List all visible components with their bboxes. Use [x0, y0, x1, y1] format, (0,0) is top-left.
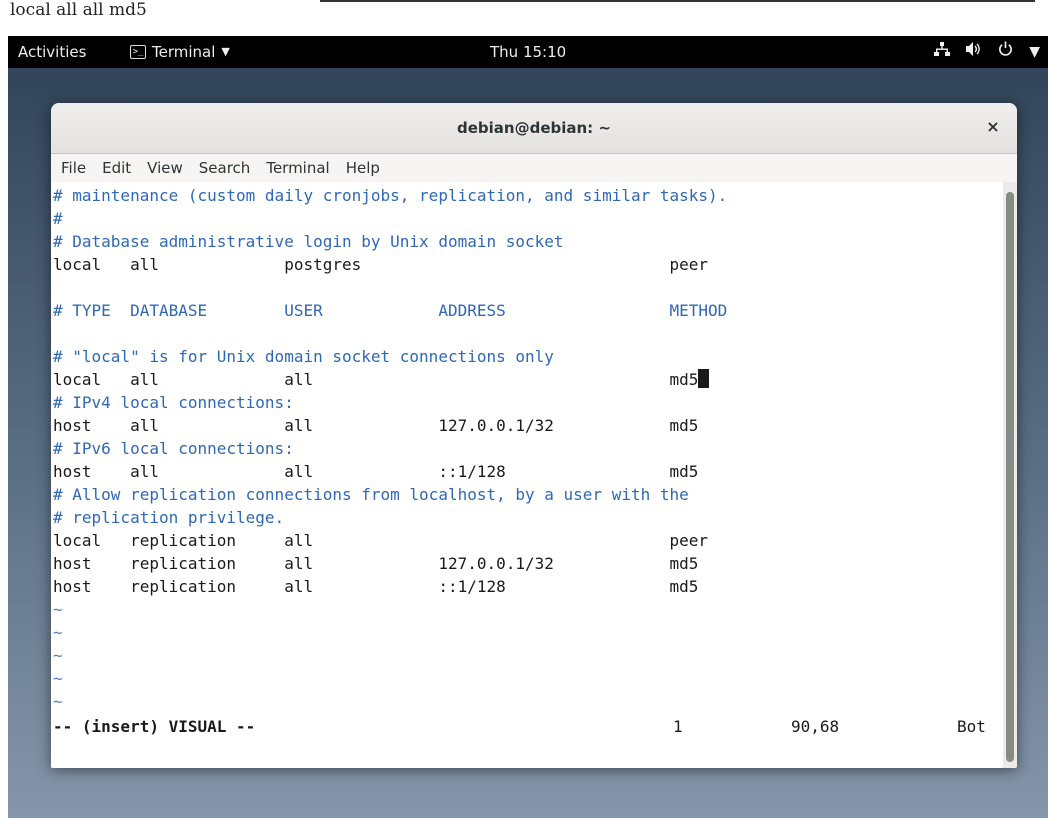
- chevron-down-icon: ▼: [221, 45, 230, 58]
- terminal-text-area[interactable]: # maintenance (custom daily cronjobs, re…: [51, 182, 1003, 768]
- top-bar: Activities >_ Terminal ▼ Thu 15:10 ▼: [8, 36, 1048, 68]
- volume-icon[interactable]: [966, 36, 982, 68]
- menu-help[interactable]: Help: [340, 159, 386, 177]
- terminal-line: host replication all 127.0.0.1/32 md5: [53, 554, 699, 573]
- terminal-line: host replication all ::1/128 md5: [53, 577, 699, 596]
- terminal-line: ~: [53, 669, 63, 688]
- menu-bar: File Edit View Search Terminal Help: [51, 154, 1017, 182]
- terminal-line: local replication all peer: [53, 531, 709, 550]
- menu-view[interactable]: View: [141, 159, 189, 177]
- vim-scroll-position: Bot: [957, 717, 986, 736]
- terminal-line-cursor: local all all md5: [53, 368, 710, 391]
- document-caption: local all all md5: [10, 0, 147, 20]
- terminal-line: ~: [53, 646, 63, 665]
- terminal-line: # TYPE DATABASE USER ADDRESS METHOD: [53, 301, 728, 320]
- menu-terminal[interactable]: Terminal: [260, 159, 335, 177]
- menu-search[interactable]: Search: [193, 159, 257, 177]
- text-cursor: [698, 369, 710, 388]
- terminal-line: host all all 127.0.0.1/32 md5: [53, 416, 699, 435]
- scrollbar-thumb[interactable]: [1006, 192, 1014, 762]
- terminal-line: local all postgres peer: [53, 255, 709, 274]
- terminal-line: # Allow replication connections from loc…: [53, 485, 689, 504]
- scrollbar[interactable]: [1003, 182, 1017, 768]
- system-tray[interactable]: ▼: [934, 36, 1040, 68]
- activities-button[interactable]: Activities: [18, 36, 86, 68]
- desktop: Activities >_ Terminal ▼ Thu 15:10 ▼ deb…: [8, 36, 1048, 818]
- terminal-line: ~: [53, 600, 63, 619]
- clock[interactable]: Thu 15:10: [490, 36, 566, 68]
- terminal-line: # Database administrative login by Unix …: [53, 232, 564, 251]
- vim-cursor-position: 90,68: [791, 717, 840, 736]
- app-menu-button[interactable]: >_ Terminal ▼: [130, 36, 230, 68]
- vim-selection-count: 1: [673, 717, 683, 736]
- power-icon[interactable]: [998, 36, 1013, 68]
- document-rule: [320, 0, 1035, 2]
- terminal-line: ~: [53, 623, 63, 642]
- terminal-line: host all all ::1/128 md5: [53, 462, 699, 481]
- terminal-line: # replication privilege.: [53, 508, 285, 527]
- terminal-line: # IPv6 local connections:: [53, 439, 294, 458]
- window-titlebar[interactable]: debian@debian: ~ ×: [51, 103, 1017, 154]
- chevron-down-icon[interactable]: ▼: [1029, 36, 1040, 68]
- terminal-line: #: [53, 209, 63, 228]
- terminal-window: debian@debian: ~ × File Edit View Search…: [51, 103, 1017, 768]
- terminal-line: ~: [53, 692, 63, 711]
- vim-mode-indicator: -- (insert) VISUAL --: [53, 717, 256, 736]
- menu-edit[interactable]: Edit: [96, 159, 137, 177]
- window-title: debian@debian: ~: [457, 119, 611, 137]
- terminal-line: local all all md5: [53, 370, 699, 389]
- terminal-icon: >_: [130, 45, 146, 59]
- terminal-line: # IPv4 local connections:: [53, 393, 294, 412]
- network-icon[interactable]: [934, 36, 951, 68]
- terminal-line: # maintenance (custom daily cronjobs, re…: [53, 186, 728, 205]
- menu-file[interactable]: File: [55, 159, 92, 177]
- app-menu-label: Terminal: [152, 43, 216, 61]
- terminal-line: # "local" is for Unix domain socket conn…: [53, 347, 554, 366]
- close-icon[interactable]: ×: [983, 117, 1003, 137]
